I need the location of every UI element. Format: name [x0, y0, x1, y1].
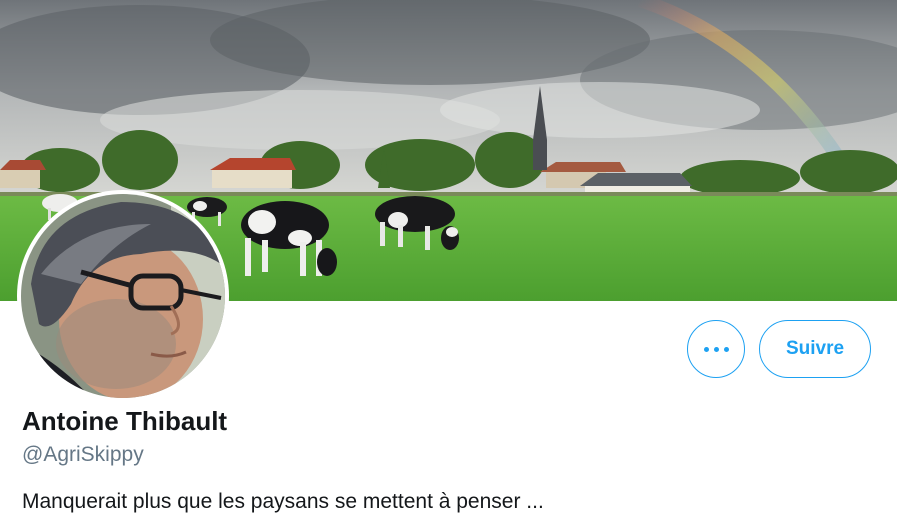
- more-options-button[interactable]: [687, 320, 745, 378]
- avatar-photo-image: [21, 194, 225, 398]
- more-horizontal-icon: [703, 346, 729, 352]
- profile-display-name: Antoine Thibault: [22, 406, 228, 436]
- profile-handle: @AgriSkippy: [22, 443, 144, 466]
- profile-bio: Manquerait plus que les paysans se mette…: [22, 490, 544, 513]
- profile-avatar[interactable]: [17, 190, 229, 402]
- follow-button[interactable]: Suivre: [759, 320, 871, 378]
